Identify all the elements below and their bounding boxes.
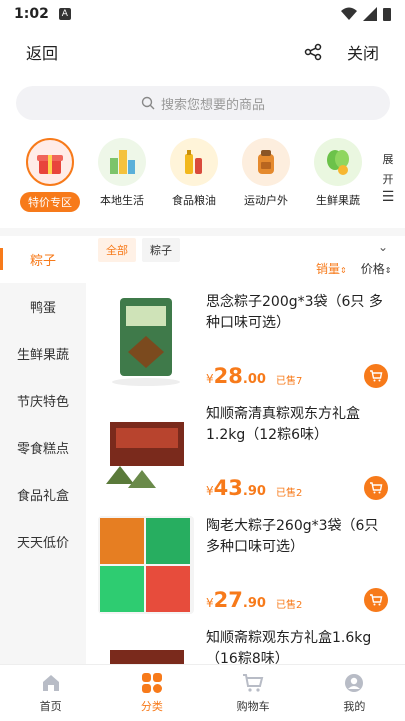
product-price: ¥43.90 bbox=[206, 476, 266, 500]
nav-profile[interactable]: 我的 bbox=[304, 665, 405, 721]
product-card[interactable]: 知顺斋清真粽观东方礼盒1.2kg（12粽6味） ¥43.90 已售2 bbox=[98, 404, 398, 516]
status-time: 1:02 bbox=[14, 6, 49, 22]
sidebar-item-fresh-produce[interactable]: 生鲜果蔬 bbox=[0, 330, 86, 377]
category-label: 食品粮油 bbox=[172, 194, 216, 207]
price-currency: ¥ bbox=[206, 372, 214, 386]
category-grain-oil[interactable]: 食品粮油 bbox=[159, 138, 229, 208]
category-special-offer[interactable]: 特价专区 bbox=[15, 138, 85, 212]
bottom-nav: 首页 分类 购物车 我的 bbox=[0, 664, 405, 721]
product-image bbox=[98, 628, 194, 664]
wifi-icon bbox=[341, 7, 357, 20]
category-label: 生鲜果蔬 bbox=[316, 194, 360, 207]
product-title: 知顺斋粽观东方礼盒1.6kg（16粽8味） bbox=[206, 630, 372, 664]
oil-bottles-icon bbox=[170, 138, 218, 186]
price-integer: 28 bbox=[213, 364, 243, 388]
cart-icon bbox=[370, 594, 383, 606]
close-button[interactable]: 关闭 bbox=[347, 40, 379, 64]
notification-icon: A bbox=[58, 8, 71, 20]
nav-cart[interactable]: 购物车 bbox=[203, 665, 304, 721]
category-outdoor[interactable]: 运动户外 bbox=[231, 138, 301, 208]
product-card[interactable]: 陶老大粽子260g*3袋（6只多种口味可选） ¥27.90 已售2 bbox=[98, 516, 398, 628]
cart-icon bbox=[370, 370, 383, 382]
price-decimal: .00 bbox=[242, 372, 266, 387]
home-icon bbox=[40, 672, 62, 694]
menu-lines-icon: ☰ bbox=[381, 189, 395, 205]
sidebar-item-zongzi[interactable]: 粽子 bbox=[0, 236, 86, 283]
sidebar-item-duck-egg[interactable]: 鸭蛋 bbox=[0, 283, 86, 330]
cart-icon bbox=[242, 672, 264, 694]
product-title: 知顺斋清真粽观东方礼盒1.2kg（12粽6味） bbox=[206, 406, 360, 443]
battery-icon bbox=[383, 8, 391, 21]
product-price: ¥27.90 bbox=[206, 588, 266, 612]
price-decimal: .90 bbox=[242, 596, 266, 611]
status-bar: 1:02 A bbox=[0, 0, 405, 28]
share-icon[interactable] bbox=[303, 42, 323, 62]
category-local-life[interactable]: 本地生活 bbox=[87, 138, 157, 208]
price-integer: 27 bbox=[213, 588, 243, 612]
search-bar[interactable]: 搜索您想要的商品 bbox=[16, 86, 390, 120]
category-icon bbox=[141, 672, 163, 694]
nav-label: 首页 bbox=[39, 700, 62, 713]
vegetables-icon bbox=[314, 138, 362, 186]
price-integer: 43 bbox=[213, 476, 243, 500]
product-image bbox=[98, 404, 194, 502]
price-currency: ¥ bbox=[206, 484, 214, 498]
expand-button[interactable]: 展开 ☰ bbox=[380, 150, 396, 204]
sort-price-label: 价格 bbox=[360, 262, 385, 276]
gift-box-icon bbox=[26, 138, 74, 186]
nav-category[interactable]: 分类 bbox=[101, 665, 202, 721]
filter-chips: 全部 粽子 bbox=[98, 238, 180, 262]
sort-sales-label: 销量 bbox=[316, 262, 341, 276]
product-image bbox=[98, 516, 194, 614]
category-label: 特价专区 bbox=[20, 192, 80, 212]
chip-zongzi[interactable]: 粽子 bbox=[142, 238, 180, 262]
sort-sales[interactable]: 销量⇕ bbox=[316, 260, 347, 277]
header: 返回 关闭 bbox=[0, 32, 405, 72]
sidebar-item-daily-deals[interactable]: 天天低价 bbox=[0, 518, 86, 565]
backpack-icon bbox=[242, 138, 290, 186]
back-button[interactable]: 返回 bbox=[26, 40, 58, 64]
sort-bar: 销量⇕ 价格⇕ bbox=[316, 260, 391, 277]
add-to-cart-button[interactable] bbox=[364, 476, 388, 500]
product-image bbox=[98, 292, 194, 390]
cart-icon bbox=[370, 482, 383, 494]
nav-label: 我的 bbox=[343, 700, 366, 713]
divider bbox=[0, 228, 405, 236]
sidebar-item-snacks[interactable]: 零食糕点 bbox=[0, 424, 86, 471]
chevron-down-icon[interactable]: ⌄ bbox=[378, 240, 388, 254]
sidebar-item-gift-box[interactable]: 食品礼盒 bbox=[0, 471, 86, 518]
category-fresh-produce[interactable]: 生鲜果蔬 bbox=[303, 138, 373, 208]
category-label: 本地生活 bbox=[100, 194, 144, 207]
nav-label: 购物车 bbox=[236, 700, 270, 713]
city-buildings-icon bbox=[98, 138, 146, 186]
category-label: 运动户外 bbox=[244, 194, 288, 207]
nav-label: 分类 bbox=[140, 700, 163, 713]
sold-count: 已售7 bbox=[276, 376, 303, 387]
sold-count: 已售2 bbox=[276, 488, 303, 499]
sold-count: 已售2 bbox=[276, 600, 303, 611]
profile-icon bbox=[343, 672, 365, 694]
chip-all[interactable]: 全部 bbox=[98, 238, 136, 262]
product-price: ¥28.00 bbox=[206, 364, 266, 388]
product-title: 陶老大粽子260g*3袋（6只多种口味可选） bbox=[206, 518, 379, 555]
product-title: 思念粽子200g*3袋（6只 多种口味可选） bbox=[206, 294, 383, 331]
sort-arrows-icon: ⇕ bbox=[384, 266, 392, 275]
product-card[interactable]: 知顺斋粽观东方礼盒1.6kg（16粽8味） bbox=[98, 628, 398, 664]
category-row: 特价专区 本地生活 食品粮油 运动户外 生鲜果蔬 展开 ☰ bbox=[0, 138, 405, 218]
sort-price[interactable]: 价格⇕ bbox=[361, 260, 392, 277]
price-decimal: .90 bbox=[242, 484, 266, 499]
expand-label: 展开 bbox=[382, 153, 394, 186]
search-icon bbox=[141, 96, 155, 110]
add-to-cart-button[interactable] bbox=[364, 588, 388, 612]
add-to-cart-button[interactable] bbox=[364, 364, 388, 388]
price-currency: ¥ bbox=[206, 596, 214, 610]
product-card[interactable]: 思念粽子200g*3袋（6只 多种口味可选） ¥28.00 已售7 bbox=[98, 292, 398, 404]
subcategory-sidebar: 粽子 鸭蛋 生鲜果蔬 节庆特色 零食糕点 食品礼盒 天天低价 bbox=[0, 236, 86, 664]
sort-arrows-icon: ⇕ bbox=[340, 266, 347, 275]
nav-home[interactable]: 首页 bbox=[0, 665, 101, 721]
signal-icon bbox=[363, 7, 377, 21]
search-placeholder: 搜索您想要的商品 bbox=[160, 97, 265, 113]
sidebar-item-festival[interactable]: 节庆特色 bbox=[0, 377, 86, 424]
